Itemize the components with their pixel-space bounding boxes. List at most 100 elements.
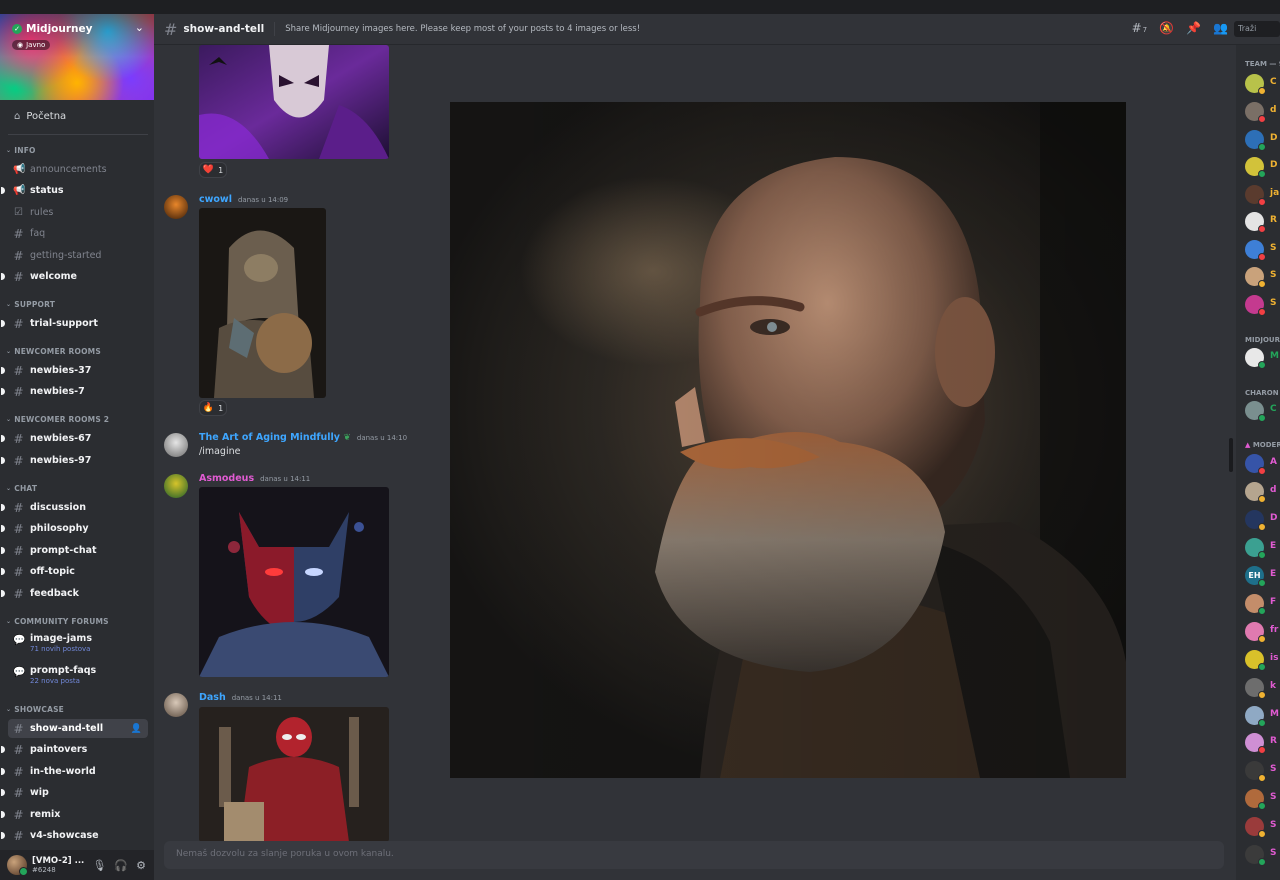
members-icon[interactable]: 👥 <box>1213 21 1228 35</box>
microphone-icon[interactable]: 🎙 <box>92 859 106 872</box>
member-name[interactable]: S <box>1270 792 1276 802</box>
forum-prompt-faqs[interactable]: 💬 prompt-faqs 22 nova posta <box>8 665 148 693</box>
member-name[interactable]: k <box>1270 681 1276 691</box>
member-avatar[interactable] <box>1245 594 1266 615</box>
channel-topic[interactable]: Share Midjourney images here. Please kee… <box>285 24 640 34</box>
scrollbar[interactable] <box>1229 438 1233 472</box>
member-name[interactable]: R <box>1270 215 1277 225</box>
channel-paintovers[interactable]: # paintovers <box>1 740 148 759</box>
member-avatar[interactable] <box>1245 650 1266 671</box>
member-name[interactable]: C <box>1270 77 1277 87</box>
category-support[interactable]: ⌄ SUPPORT <box>6 300 55 309</box>
pin-icon[interactable]: 📌 <box>1186 21 1201 35</box>
member-name[interactable]: fr <box>1270 625 1278 635</box>
channel-welcome[interactable]: # welcome <box>1 267 148 286</box>
member-name[interactable]: is <box>1270 653 1278 663</box>
channel-newbies-7[interactable]: # newbies-7 <box>1 382 148 401</box>
search-input[interactable]: Traži <box>1234 21 1280 37</box>
message-image-deadpool[interactable] <box>199 707 389 842</box>
headphones-icon[interactable]: 🎧 <box>114 859 128 872</box>
reaction-fire[interactable]: 🔥 1 <box>199 400 227 416</box>
message-image-goblin[interactable] <box>199 208 326 398</box>
member-name[interactable]: D <box>1270 160 1277 170</box>
user-info[interactable]: [VMO-2] ... #6248 <box>32 856 84 874</box>
member-name[interactable]: F <box>1270 597 1276 607</box>
notification-muted-icon[interactable]: 🔕 <box>1159 21 1174 35</box>
channel-newbies-37[interactable]: # newbies-37 <box>1 361 148 380</box>
member-avatar[interactable] <box>1245 348 1266 369</box>
category-newcomer-rooms[interactable]: ⌄ NEWCOMER ROOMS <box>6 347 101 356</box>
member-avatar[interactable] <box>1245 102 1266 123</box>
category-info[interactable]: ⌄ INFO <box>6 146 36 155</box>
member-avatar[interactable] <box>1245 212 1266 233</box>
channel-remix[interactable]: # remix <box>1 805 148 824</box>
channel-off-topic[interactable]: # off-topic <box>1 562 148 581</box>
channel-announcements[interactable]: 📢 announcements <box>8 160 148 179</box>
message-input[interactable]: Nemaš dozvolu za slanje poruka u ovom ka… <box>164 841 1224 869</box>
channel-newbies-67[interactable]: # newbies-67 <box>1 429 148 448</box>
member-name[interactable]: M <box>1270 709 1279 719</box>
member-avatar[interactable] <box>1245 157 1266 178</box>
channel-trial-support[interactable]: # trial-support <box>1 314 148 333</box>
member-avatar[interactable] <box>1245 185 1266 206</box>
channel-status[interactable]: 📢 status <box>1 181 148 200</box>
member-name[interactable]: D <box>1270 133 1277 143</box>
member-avatar[interactable] <box>1245 267 1266 288</box>
gear-icon[interactable]: ⚙ <box>136 859 146 872</box>
member-avatar[interactable] <box>1245 761 1266 782</box>
member-name[interactable]: S <box>1270 298 1276 308</box>
channel-feedback[interactable]: # feedback <box>1 584 148 603</box>
category-newcomer-rooms-2[interactable]: ⌄ NEWCOMER ROOMS 2 <box>6 415 109 424</box>
server-name[interactable]: ✓ Midjourney <box>12 23 92 35</box>
member-name[interactable]: C <box>1270 404 1277 414</box>
forum-image-jams[interactable]: 💬 image-jams 71 novih postova <box>8 633 148 661</box>
avatar[interactable] <box>164 195 188 219</box>
member-avatar[interactable] <box>1245 733 1266 754</box>
member-avatar[interactable] <box>1245 74 1266 95</box>
add-member-icon[interactable]: 👤 <box>131 724 142 734</box>
home-link[interactable]: ⌂ Početna <box>8 106 148 126</box>
avatar[interactable] <box>164 433 188 457</box>
message-author[interactable]: Dash danas u 14:11 <box>199 692 282 703</box>
member-avatar[interactable] <box>1245 817 1266 838</box>
member-avatar[interactable] <box>1245 845 1266 866</box>
message-image-batman[interactable] <box>199 487 389 677</box>
member-avatar[interactable] <box>1245 130 1266 151</box>
member-avatar[interactable] <box>1245 482 1266 503</box>
avatar[interactable] <box>7 855 28 876</box>
category-community-forums[interactable]: ⌄ COMMUNITY FORUMS <box>6 617 109 626</box>
member-name[interactable]: S <box>1270 243 1276 253</box>
chevron-down-icon[interactable]: ⌄ <box>135 21 144 34</box>
category-chat[interactable]: ⌄ CHAT <box>6 484 37 493</box>
member-name[interactable]: S <box>1270 848 1276 858</box>
threads-button[interactable]: #7 <box>1132 21 1148 35</box>
member-name[interactable]: M <box>1270 351 1279 361</box>
reaction-heart[interactable]: ❤️ 1 <box>199 162 227 178</box>
member-name[interactable]: d <box>1270 105 1276 115</box>
member-name[interactable]: S <box>1270 764 1276 774</box>
member-name[interactable]: d <box>1270 485 1276 495</box>
channel-rules[interactable]: ☑ rules <box>8 203 148 222</box>
image-preview[interactable] <box>450 102 1126 778</box>
channel-in-the-world[interactable]: # in-the-world <box>1 762 148 781</box>
member-avatar[interactable] <box>1245 295 1266 316</box>
message-author[interactable]: The Art of Aging Mindfully ❦ danas u 14:1… <box>199 432 407 443</box>
member-name[interactable]: E <box>1270 569 1276 579</box>
channel-wip[interactable]: # wip <box>1 783 148 802</box>
member-name[interactable]: ja <box>1270 188 1279 198</box>
channel-show-and-tell[interactable]: # show-and-tell 👤 <box>8 719 148 738</box>
member-avatar[interactable] <box>1245 678 1266 699</box>
category-showcase[interactable]: ⌄ SHOWCASE <box>6 705 64 714</box>
member-avatar[interactable] <box>1245 401 1266 422</box>
channel-faq[interactable]: # faq <box>8 224 148 243</box>
server-banner[interactable]: ✓ Midjourney ⌄ ◉ Javno <box>0 14 154 100</box>
channel-discussion[interactable]: # discussion <box>1 498 148 517</box>
member-avatar[interactable] <box>1245 706 1266 727</box>
member-avatar[interactable] <box>1245 538 1266 559</box>
member-avatar[interactable]: EH <box>1245 566 1266 587</box>
channel-newbies-97[interactable]: # newbies-97 <box>1 451 148 470</box>
member-name[interactable]: D <box>1270 513 1277 523</box>
member-avatar[interactable] <box>1245 240 1266 261</box>
message-author[interactable]: Asmodeus danas u 14:11 <box>199 473 310 484</box>
channel-v4-showcase[interactable]: # v4-showcase <box>1 826 148 845</box>
